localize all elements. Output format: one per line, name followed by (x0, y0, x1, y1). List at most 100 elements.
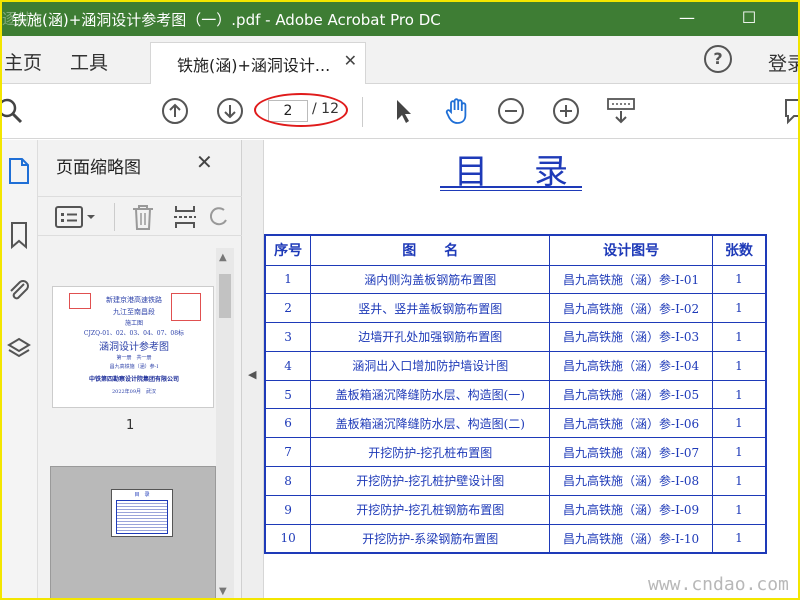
cell-index: 3 (264, 322, 312, 352)
panel-divider (114, 203, 115, 231)
zoom-out-icon[interactable] (496, 96, 526, 126)
thumbnail-list: 新建京港高速铁路 九江至南昌段 施工图 CJZQ-01、02、03、04、07、… (38, 248, 216, 598)
close-icon[interactable]: ✕ (344, 51, 357, 70)
layers-icon[interactable] (6, 334, 32, 364)
thumb-line: 2022年09月 武汉 (111, 389, 157, 395)
zoom-in-icon[interactable] (551, 96, 581, 126)
cell-drawing-no: 昌九高铁施（涵）参-Ⅰ-01 (549, 264, 713, 295)
table-row: 6 盖板箱涵沉降缝防水层、构造图(二) 昌九高铁施（涵）参-Ⅰ-06 1 (264, 408, 767, 439)
col-header-index: 序号 (264, 234, 312, 266)
window-title: 铁施(涵)+涵洞设计参考图（一）.pdf - Adobe Acrobat Pro… (12, 11, 441, 29)
thumb-line: 中铁第四勘察设计院集团有限公司 (88, 376, 179, 383)
thumb-line: 涵洞设计参考图 (99, 342, 169, 353)
rotate-icon[interactable] (210, 202, 230, 232)
col-header-title: 图 名 (310, 234, 551, 266)
tab-tools[interactable]: 工具 (70, 48, 108, 75)
cell-index: 10 (264, 523, 312, 554)
site-watermark: www.cndao.com (648, 574, 789, 595)
cell-drawing-no: 昌九高铁施（涵）参-Ⅰ-06 (549, 408, 713, 439)
thumb-stamp (171, 293, 201, 321)
cell-sheets: 1 (711, 293, 767, 324)
toc-table: 序号 图 名 设计图号 张数 1 涵内侧沟盖板钢筋布置图 昌九高铁施（涵）参-Ⅰ-0… (264, 234, 767, 554)
toolbar: 2 / 12 (2, 85, 798, 139)
comment-icon[interactable] (782, 96, 800, 126)
thumbnail-page-2-selected[interactable]: 目 录 (50, 466, 216, 598)
app-window: 逐帧 铁施(涵)+涵洞设计参考图（一）.pdf - Adobe Acrobat … (0, 0, 800, 600)
cell-index: 7 (264, 437, 312, 468)
search-icon[interactable] (0, 96, 26, 126)
cell-sheets: 1 (711, 350, 767, 381)
cell-index: 6 (264, 408, 312, 439)
thumbnail-page-2: 目 录 (111, 489, 173, 537)
cell-title: 开挖防护-挖孔桩钢筋布置图 (310, 494, 551, 525)
cell-sheets: 1 (711, 437, 767, 468)
cell-title: 竖井、竖井盖板钢筋布置图 (310, 293, 551, 324)
cell-title: 开挖防护-系梁钢筋布置图 (310, 523, 551, 554)
table-row: 3 边墙开孔处加强钢筋布置图 昌九高铁施（涵）参-Ⅰ-03 1 (264, 322, 767, 352)
panel-toolbar (38, 196, 242, 236)
title-bar: 逐帧 铁施(涵)+涵洞设计参考图（一）.pdf - Adobe Acrobat … (2, 2, 798, 36)
thumbnail-options-icon[interactable] (54, 205, 98, 229)
cell-index: 9 (264, 494, 312, 525)
scroll-up-arrow-icon[interactable]: ▲ (219, 252, 227, 263)
panel-close-icon[interactable]: ✕ (196, 150, 213, 174)
cell-title: 盖板箱涵沉降缝防水层、构造图(一) (310, 379, 551, 410)
col-header-drawing-no: 设计图号 (549, 234, 713, 266)
cell-title: 涵洞出入口增加防护墙设计图 (310, 350, 551, 381)
toc-header-row: 序号 图 名 设计图号 张数 (264, 234, 767, 266)
thumbnail-page-number: 1 (126, 418, 135, 433)
cell-title: 开挖防护-挖孔桩布置图 (310, 437, 551, 468)
table-row: 7 开挖防护-挖孔桩布置图 昌九高铁施（涵）参-Ⅰ-07 1 (264, 437, 767, 468)
bookmark-icon[interactable] (6, 220, 32, 250)
thumb-stamp (69, 293, 91, 309)
tab-document-label: 铁施(涵)+涵洞设计... (177, 56, 331, 75)
cell-drawing-no: 昌九高铁施（涵）参-Ⅰ-07 (549, 437, 713, 468)
select-arrow-icon[interactable] (388, 96, 418, 126)
cell-drawing-no: 昌九高铁施（涵）参-Ⅰ-08 (549, 466, 713, 496)
cell-index: 2 (264, 293, 312, 324)
table-row: 5 盖板箱涵沉降缝防水层、构造图(一) 昌九高铁施（涵）参-Ⅰ-05 1 (264, 379, 767, 410)
toolbar-divider (362, 97, 363, 127)
help-icon[interactable]: ? (704, 45, 732, 73)
panel-collapse-handle[interactable]: ◀ (242, 140, 264, 598)
hand-icon[interactable] (442, 96, 472, 126)
cell-drawing-no: 昌九高铁施（涵）参-Ⅰ-03 (549, 322, 713, 352)
attachment-icon[interactable] (6, 276, 32, 306)
heading-underline (440, 186, 582, 188)
col-header-sheets: 张数 (711, 234, 767, 266)
red-highlight-oval (254, 93, 348, 127)
collapse-arrow-icon[interactable]: ◀ (248, 368, 256, 381)
cell-index: 1 (264, 264, 312, 295)
trash-icon[interactable] (130, 202, 156, 232)
page-down-icon[interactable] (215, 96, 245, 126)
table-row: 4 涵洞出入口增加防护墙设计图 昌九高铁施（涵）参-Ⅰ-04 1 (264, 350, 767, 381)
maximize-button[interactable]: ☐ (736, 6, 762, 30)
thumbnail-page-1[interactable]: 新建京港高速铁路 九江至南昌段 施工图 CJZQ-01、02、03、04、07、… (52, 286, 214, 408)
cell-sheets: 1 (711, 523, 767, 554)
scroll-thumb[interactable] (219, 274, 231, 318)
thumb-table (116, 500, 168, 534)
login-button[interactable]: 登录 (768, 49, 798, 76)
cell-sheets: 1 (711, 322, 767, 352)
thumb-line: 第一册 共一册 (116, 355, 152, 361)
tab-document[interactable]: 铁施(涵)+涵洞设计... ✕ (150, 42, 366, 84)
scroll-down-arrow-icon[interactable]: ▼ (219, 586, 227, 597)
thumb-line: 目 录 (134, 492, 150, 498)
extract-page-icon[interactable] (172, 202, 198, 232)
cell-drawing-no: 昌九高铁施（涵）参-Ⅰ-09 (549, 494, 713, 525)
thumb-line: 昌九高铁施（涵）参-Ⅰ (109, 364, 159, 370)
minimize-button[interactable]: — (674, 6, 700, 30)
tab-bar: 主页 工具 铁施(涵)+涵洞设计... ✕ ? 登录 (2, 36, 798, 84)
keyboard-icon[interactable] (606, 96, 636, 126)
cell-title: 开挖防护-挖孔桩护壁设计图 (310, 466, 551, 496)
thumbnail-scrollbar[interactable]: ▲ ▼ (216, 248, 234, 598)
cell-sheets: 1 (711, 494, 767, 525)
cell-sheets: 1 (711, 466, 767, 496)
tab-home[interactable]: 主页 (4, 48, 42, 75)
table-row: 2 竖井、竖井盖板钢筋布置图 昌九高铁施（涵）参-Ⅰ-02 1 (264, 293, 767, 324)
page-up-icon[interactable] (160, 96, 190, 126)
table-row: 9 开挖防护-挖孔桩钢筋布置图 昌九高铁施（涵）参-Ⅰ-09 1 (264, 494, 767, 525)
page-thumbnails-icon[interactable] (6, 156, 32, 186)
cell-index: 8 (264, 466, 312, 496)
thumb-line: CJZQ-01、02、03、04、07、08标 (83, 330, 185, 337)
